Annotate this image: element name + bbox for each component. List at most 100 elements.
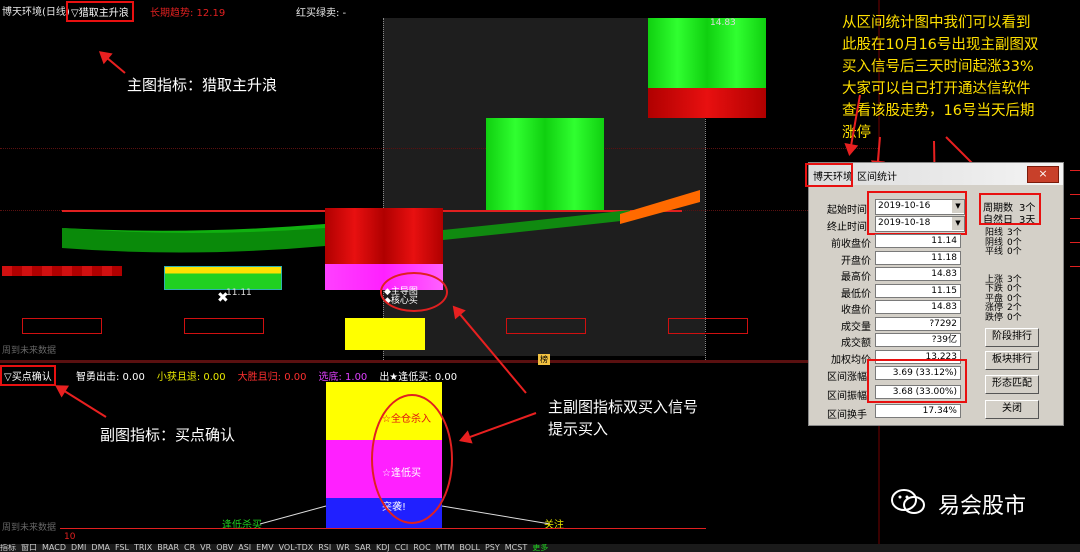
candle-prev-1 — [2, 266, 122, 276]
field-label: 收盘价 — [841, 305, 871, 316]
annotation-note-line: 买入信号后三天时间起涨33% — [842, 59, 1034, 75]
indicator-tab[interactable]: KDJ — [376, 544, 390, 552]
indicator-tab[interactable]: DMA — [91, 544, 110, 552]
indicator-tab[interactable]: SAR — [355, 544, 371, 552]
field-label: 成交额 — [841, 338, 871, 349]
annotation-double-signal-2: 提示买入 — [548, 420, 609, 438]
indicator-tab[interactable]: 指标 — [0, 544, 16, 552]
indicator-tab[interactable]: BRAR — [157, 544, 179, 552]
stat-value: 0个 — [1007, 284, 1022, 294]
indicator-tab[interactable]: FSL — [115, 544, 129, 552]
annotation-double-signal-1: 主副图指标双买入信号 — [548, 398, 699, 416]
field-value: 14.83 — [875, 267, 961, 281]
interval-stats-dialog[interactable]: 博天环境 区间统计 × 起始时间 2019-10-16 ▼ 终止时间 2019-… — [805, 162, 1064, 426]
signal-box — [22, 318, 102, 334]
indicator-tab[interactable]: 更多 — [532, 544, 548, 552]
sub-indicator-selector[interactable]: ▽买点确认 — [0, 365, 56, 386]
indicator-tab[interactable]: VOL-TDX — [279, 544, 314, 552]
field-label: 前收盘价 — [831, 239, 871, 250]
field-value: ?39亿 — [875, 333, 961, 347]
annotation-sub-indicator: 副图指标：买点确认 — [100, 426, 236, 444]
stat-label: 下跌 — [985, 284, 1004, 294]
annotation-main-indicator: 主图指标：猎取主升浪 — [127, 76, 278, 94]
stat-value: 0个 — [1007, 247, 1022, 257]
dialog-title-text: 区间统计 — [857, 172, 897, 183]
indicator-tab[interactable]: CR — [184, 544, 195, 552]
sub-axis-label: 10 — [64, 532, 76, 542]
yellow-volume-block — [345, 318, 425, 350]
indicator-tab[interactable]: PSY — [485, 544, 500, 552]
pattern-match-button[interactable]: 形态匹配 — [985, 375, 1039, 394]
field-value: 14.83 — [875, 300, 961, 314]
annotation-interval-note: 从区间统计图中我们可以看到 此股在10月16号出现主副图双 买入信号后三天时间起涨3… — [842, 12, 1076, 144]
main-future-note: 周到未来数据 — [2, 346, 57, 356]
indicator-tab[interactable]: BOLL — [459, 544, 480, 552]
sub-chart-panel[interactable]: ▽买点确认 智勇出击: 0.00 小获且退: 0.00 大胜且归: 0.00 选底: … — [0, 364, 880, 544]
stat-label: 阳线 — [985, 228, 1004, 238]
indicator-tab[interactable]: 窗口 — [21, 544, 37, 552]
signal-box — [668, 318, 748, 334]
main-chart-panel[interactable]: 博天环境(日线) ▽猎取主升浪 长期趋势: 12.19 红买绿卖: - 14.8… — [0, 0, 880, 360]
field-value: 11.15 — [875, 283, 961, 298]
sell-marker-icon: ✖ — [217, 290, 229, 306]
grid-line — [0, 148, 880, 149]
dialog-close-button[interactable]: × — [1027, 166, 1059, 183]
field-label: 成交量 — [841, 321, 871, 333]
main-indicator-selector[interactable]: ▽猎取主升浪 — [66, 1, 134, 22]
range-highlight — [867, 359, 967, 403]
panel-divider[interactable] — [0, 360, 880, 363]
indicator-tab[interactable]: MCST — [505, 544, 527, 552]
indicator-tab[interactable]: OBV — [216, 544, 233, 552]
wechat-icon — [890, 488, 926, 516]
trend-value: 长期趋势: 12.19 — [150, 8, 226, 19]
candle-oct18-lower — [648, 88, 766, 118]
field-label: 加权均价 — [831, 354, 871, 366]
buy-signal-circle — [380, 272, 448, 312]
stat-label: 平线 — [985, 247, 1004, 257]
indicator-tab[interactable]: DMI — [71, 544, 86, 552]
field-label: 最低价 — [841, 288, 871, 300]
indicator-tab[interactable]: RSI — [318, 544, 331, 552]
field-value: 11.18 — [875, 250, 961, 265]
stat-label: 跌停 — [985, 312, 1004, 323]
indicator-tab[interactable]: MTM — [436, 544, 455, 552]
stock-title: 博天环境(日线) — [2, 7, 70, 18]
watermark-text: 易会股市 — [938, 494, 1027, 519]
stat-label: 涨停 — [985, 303, 1004, 313]
close-button[interactable]: 关闭 — [985, 400, 1039, 419]
indicator-tab[interactable]: ROC — [413, 544, 430, 552]
indicator-tab[interactable]: VR — [200, 544, 211, 552]
sub-indicator-value: 智勇出击: 0.00 — [76, 372, 145, 383]
indicator-tab[interactable]: EMV — [256, 544, 273, 552]
sub-indicator-value: 大胜且归: 0.00 — [237, 372, 307, 383]
signal-value: 红买绿卖: - — [296, 8, 347, 19]
sub-indicator-value: 小获且退: 0.00 — [156, 372, 226, 383]
stat-value: 0个 — [1007, 312, 1022, 323]
high-price-tag: 14.83 — [710, 18, 736, 28]
low-price-tag: 11.11 — [226, 288, 252, 298]
sub-baseline — [60, 528, 706, 529]
stage-rank-button[interactable]: 阶段排行 — [985, 328, 1039, 347]
signal-box — [506, 318, 586, 334]
range-turnover-label: 区间换手 — [827, 410, 867, 421]
indicator-tab[interactable]: MACD — [42, 544, 66, 552]
watermark: 易会股市 — [890, 486, 1070, 520]
signal-box — [184, 318, 264, 334]
annotation-note-line: 大家可以自己打开通达信软件 — [842, 81, 1031, 97]
candle-oct16-upper — [325, 208, 443, 264]
annotation-note-line: 涨停 — [842, 125, 871, 141]
indicator-tab[interactable]: TRIX — [134, 544, 152, 552]
indicator-tab[interactable]: ASI — [238, 544, 251, 552]
stat-value: 2个 — [1007, 303, 1022, 313]
annotation-note-line: 查看该股走势，16号当天后期 — [842, 103, 1035, 119]
range-turnover-field: 17.34% — [875, 404, 961, 418]
annotation-note-line: 从区间统计图中我们可以看到 — [842, 15, 1031, 31]
candle-oct17 — [486, 118, 604, 210]
indicator-tab[interactable]: CCI — [395, 544, 409, 552]
end-date-label: 终止时间 — [827, 222, 867, 233]
indicator-tab[interactable]: WR — [336, 544, 349, 552]
axis-tick — [1070, 170, 1080, 290]
sector-rank-button[interactable]: 板块排行 — [985, 351, 1039, 370]
range-change-label: 区间涨幅 — [827, 372, 867, 383]
indicator-tab-bar: 指标 窗口 MACD DMI DMA FSL TRIX BRAR CR VR OBV ASI EMV VO… — [0, 544, 1080, 552]
